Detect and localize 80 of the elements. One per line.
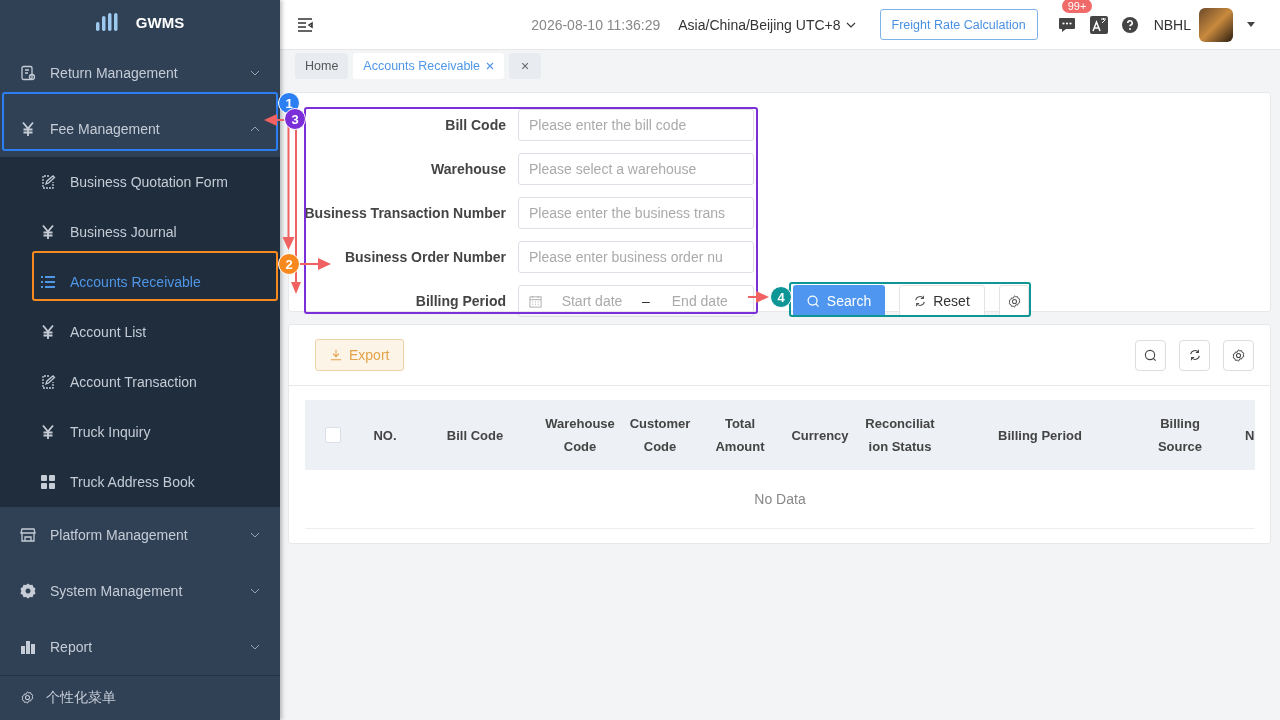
text-input[interactable]: Please enter the business trans: [518, 197, 754, 229]
list-icon: [40, 273, 56, 290]
freight-rate-button[interactable]: Freight Rate Calculation: [879, 9, 1038, 40]
custom-menu-link[interactable]: 个性化菜单: [46, 688, 116, 707]
column-header: NO.: [373, 426, 397, 445]
refresh-icon: [914, 295, 927, 307]
edit-icon: [40, 373, 56, 390]
settings-button[interactable]: [999, 285, 1029, 317]
logo-icon: [95, 13, 118, 32]
yen-icon: [40, 323, 56, 340]
menu-item[interactable]: Account List: [0, 306, 280, 357]
column-header: Bill Code: [446, 426, 504, 445]
field-label: Billing Period: [414, 293, 506, 309]
close-all-tabs-button[interactable]: ×: [509, 53, 542, 79]
empty-message: No Data: [754, 491, 806, 507]
column-header: Currency: [791, 426, 849, 445]
user-name[interactable]: NBHL: [1153, 16, 1191, 33]
download-icon: [330, 349, 342, 361]
page-tab[interactable]: Home: [295, 53, 349, 79]
menu-item[interactable]: Business Journal: [0, 206, 280, 257]
document-icon: [20, 64, 36, 81]
warehouse-select[interactable]: Please select a warehouse: [518, 153, 754, 185]
text-input[interactable]: Please enter the bill code: [518, 109, 754, 141]
logo-text: GWMS: [135, 13, 185, 31]
arrow: [747, 291, 769, 303]
search-icon: [1144, 348, 1157, 362]
bar-chart-icon: [20, 638, 36, 655]
column-header: Customer Code: [628, 415, 692, 456]
settings-button[interactable]: [1223, 339, 1254, 371]
menu-item[interactable]: Accounts Receivable: [0, 256, 280, 307]
column-header: Billing Source: [1156, 415, 1204, 456]
refresh-button[interactable]: [1179, 339, 1210, 371]
help-icon[interactable]: [1121, 16, 1138, 33]
column-header: N: [1245, 426, 1255, 445]
reset-button[interactable]: Reset: [899, 285, 985, 317]
menu-group[interactable]: Report: [0, 618, 280, 675]
text-input[interactable]: Please enter business order nu: [518, 241, 754, 273]
field-label: Bill Code: [444, 117, 506, 133]
menu-group[interactable]: Platform Management: [0, 506, 280, 563]
avatar-photo-placeholder[interactable]: [1199, 7, 1233, 42]
search-icon: [806, 294, 820, 308]
grid-icon: [40, 473, 56, 490]
caret-icon[interactable]: [1247, 22, 1255, 27]
chevron-icon: [845, 21, 856, 28]
menu-item[interactable]: Business Quotation Form: [0, 156, 280, 207]
settings-icon: [1232, 348, 1245, 362]
refresh-icon: [1188, 349, 1201, 361]
yen-icon: [20, 120, 36, 137]
gear-icon: [20, 582, 36, 599]
column-header: Warehouse Code: [544, 415, 616, 456]
yen-icon: [40, 223, 56, 240]
menu-group[interactable]: Fee Management: [0, 100, 280, 157]
settings-icon: [21, 691, 34, 705]
translate-icon[interactable]: [1089, 15, 1108, 34]
column-header: Reconciliation Status: [864, 415, 936, 456]
range-separator: –: [642, 293, 650, 309]
datetime-text: 2026-08-10 11:36:29: [531, 16, 661, 33]
date-range-field[interactable]: Start date – End date: [518, 285, 754, 317]
field-label: Business Order Number: [343, 249, 506, 265]
field-label: Warehouse: [430, 161, 506, 177]
edit-icon: [40, 173, 56, 190]
menu-item[interactable]: Account Transaction: [0, 356, 280, 407]
notification-badge: 99+: [1061, 0, 1093, 13]
column-header: Total Amount: [714, 415, 766, 456]
column-header: Billing Period: [998, 426, 1082, 445]
menu-item[interactable]: Truck Address Book: [0, 456, 280, 507]
settings-icon: [1007, 294, 1021, 308]
search-button[interactable]: [1135, 339, 1166, 371]
select-all-checkbox[interactable]: [324, 427, 341, 443]
chat-icon[interactable]: [1057, 16, 1076, 33]
store-icon: [20, 526, 36, 543]
timezone-dropdown[interactable]: Asia/China/Beijing UTC+8: [678, 16, 856, 33]
close-icon[interactable]: [486, 62, 495, 70]
yen-icon: [40, 423, 56, 440]
menu-group[interactable]: Return Management: [0, 44, 280, 101]
field-label: Business Transaction Number: [304, 205, 506, 221]
menu-group[interactable]: System Management: [0, 562, 280, 619]
menu-icon[interactable]: [297, 17, 313, 32]
calendar-icon: [529, 294, 542, 308]
menu-item[interactable]: Truck Inquiry: [0, 406, 280, 457]
